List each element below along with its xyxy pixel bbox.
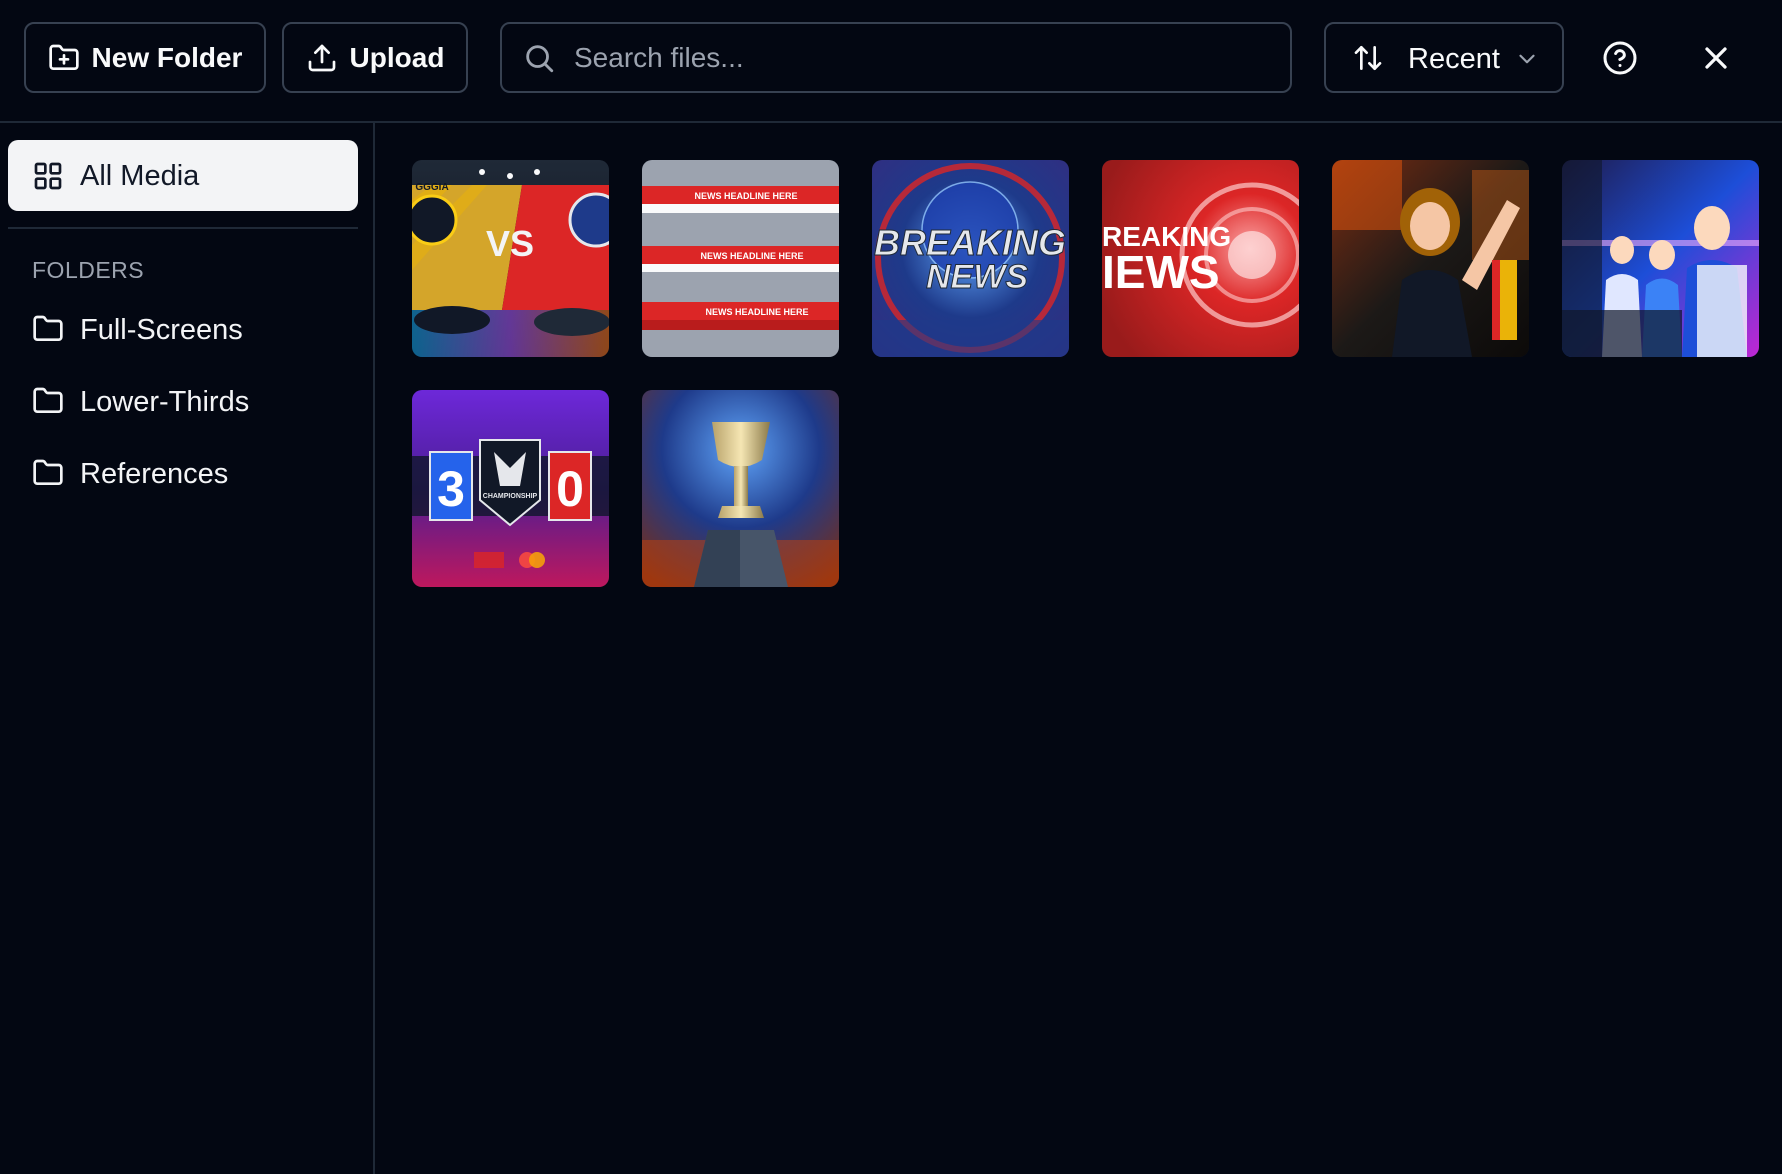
- media-thumbnail-scoreboard[interactable]: 3 0 CHAMPIONSHIP: [412, 390, 609, 587]
- help-button[interactable]: [1598, 36, 1642, 80]
- close-icon: [1705, 47, 1727, 69]
- folder-plus-icon: [48, 44, 79, 70]
- media-library-dialog: New Folder Upload Recent: [0, 0, 1782, 1174]
- close-button[interactable]: [1694, 36, 1738, 80]
- sort-arrows-icon: [1354, 46, 1382, 70]
- media-thumbnail-esports-player[interactable]: [1332, 160, 1529, 357]
- search-box: [500, 22, 1292, 93]
- sort-label: Recent: [1408, 43, 1500, 75]
- sidebar-item-references[interactable]: References: [8, 443, 358, 505]
- media-thumbnail-breaking-news-globe[interactable]: BREAKING NEWS: [872, 160, 1069, 357]
- folder-label: Full-Screens: [80, 314, 243, 346]
- grid-icon: [34, 162, 62, 190]
- breaking-text: BREAKING: [874, 222, 1066, 263]
- championship-text: CHAMPIONSHIP: [483, 493, 538, 500]
- team-badge-text: GGGIA: [415, 182, 448, 193]
- media-thumbnail-trophy[interactable]: [642, 390, 839, 587]
- search-input[interactable]: [574, 34, 1274, 82]
- upload-label: Upload: [349, 41, 445, 73]
- folder-icon: [33, 459, 63, 485]
- headline-text: NEWS HEADLINE HERE: [705, 307, 808, 317]
- news-text: NEWS: [926, 258, 1028, 296]
- sort-dropdown[interactable]: Recent: [1324, 22, 1564, 93]
- right-score-text: 0: [556, 461, 584, 517]
- media-thumbnail-esports-team[interactable]: [1562, 160, 1759, 357]
- sidebar: All Media FOLDERS Full-Screens Lower-Thi…: [0, 123, 375, 1174]
- sidebar-item-full-screens[interactable]: Full-Screens: [8, 299, 358, 361]
- folders-heading: FOLDERS: [32, 257, 145, 283]
- esports-player-image: [1332, 160, 1529, 357]
- breaking-news-red-image: REAKING IEWS: [1102, 160, 1299, 357]
- scoreboard-image: 3 0 CHAMPIONSHIP: [412, 390, 609, 587]
- new-folder-label: New Folder: [91, 41, 243, 73]
- folder-icon: [33, 315, 63, 341]
- breaking-news-globe-image: BREAKING NEWS: [872, 160, 1069, 357]
- folder-label: Lower-Thirds: [80, 386, 250, 418]
- folder-icon: [33, 387, 63, 413]
- news-text: IEWS: [1102, 246, 1220, 298]
- versus-matchup-image: VS GGGIA: [412, 160, 609, 357]
- upload-button[interactable]: Upload: [282, 22, 468, 93]
- media-thumbnail-breaking-news-red[interactable]: REAKING IEWS: [1102, 160, 1299, 357]
- upload-icon: [308, 44, 335, 71]
- headline-text: NEWS HEADLINE HERE: [700, 251, 803, 261]
- lower-thirds-image: NEWS HEADLINE HERE NEWS HEADLINE HERE NE…: [642, 160, 839, 357]
- search-icon: [526, 45, 554, 73]
- left-score-text: 3: [437, 461, 465, 517]
- help-circle-icon: [1603, 41, 1637, 75]
- headline-text: NEWS HEADLINE HERE: [694, 191, 797, 201]
- sidebar-item-label: All Media: [80, 160, 200, 192]
- media-thumbnail-lower-thirds[interactable]: NEWS HEADLINE HERE NEWS HEADLINE HERE NE…: [642, 160, 839, 357]
- folder-label: References: [80, 458, 229, 490]
- new-folder-button[interactable]: New Folder: [24, 22, 266, 93]
- media-thumbnail-versus[interactable]: VS GGGIA: [412, 160, 609, 357]
- vs-text: VS: [486, 223, 534, 264]
- trophy-image: [642, 390, 839, 587]
- toolbar: New Folder Upload Recent: [0, 0, 1782, 123]
- divider: [8, 227, 358, 229]
- chevron-down-icon: [1519, 54, 1535, 64]
- esports-team-image: [1562, 160, 1759, 357]
- sidebar-item-all-media[interactable]: All Media: [8, 140, 358, 211]
- sidebar-item-lower-thirds[interactable]: Lower-Thirds: [8, 371, 358, 433]
